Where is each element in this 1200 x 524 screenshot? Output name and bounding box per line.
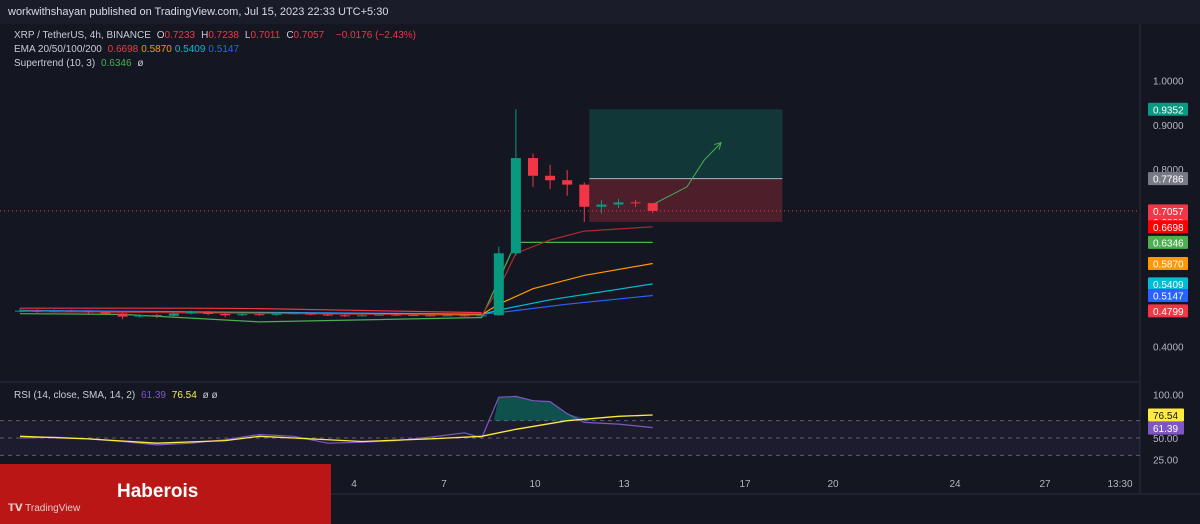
symbol-name: XRP / TetherUS, 4h, BINANCE <box>14 30 151 41</box>
candle-body <box>288 313 299 315</box>
candle-body <box>220 313 231 316</box>
rsi-sma-value: 76.54 <box>171 390 197 401</box>
candle-body <box>134 315 145 317</box>
candle-body <box>545 175 556 181</box>
candle-body <box>100 312 111 314</box>
ohlc-c: C0.7057 <box>286 30 325 41</box>
tradingview-icon: 𝗧𝗩 <box>8 503 26 514</box>
ema-value-2: 0.5409 <box>174 44 206 55</box>
candle-body <box>66 310 77 312</box>
ohlc-h-value: 0.7238 <box>208 30 239 41</box>
candle-body <box>630 202 641 204</box>
time-tick-label: 20 <box>827 479 839 490</box>
rsi-tick-label: 25.00 <box>1153 456 1178 467</box>
candle-body <box>476 315 487 317</box>
ohlc-c-value: 0.7057 <box>293 30 325 41</box>
banner-text: Haberois <box>117 481 199 502</box>
supertrend-value: 0.6346 <box>100 58 132 69</box>
time-tick-label: 7 <box>441 479 447 490</box>
candle-body <box>186 311 196 314</box>
candle-body <box>442 315 453 317</box>
price-tick-label: 0.9000 <box>1153 121 1184 132</box>
candle-body <box>528 158 538 176</box>
candle-body <box>408 315 419 317</box>
price-badge-label: 0.5870 <box>1153 259 1184 270</box>
candle-body <box>459 315 470 317</box>
candle-body <box>271 313 282 315</box>
candle-body <box>596 204 607 207</box>
candle-body <box>579 184 590 207</box>
rsi-badge-label: 76.54 <box>1153 411 1178 422</box>
price-chart: 1.00000.90000.80000.40000.93520.77860.70… <box>0 24 1200 524</box>
time-tick-label: 13:30 <box>1107 479 1132 490</box>
rsi-tick-label: 50.00 <box>1153 434 1178 445</box>
candle-body <box>237 314 248 316</box>
time-tick-label: 27 <box>1039 479 1051 490</box>
ema-values: 0.6698 0.5870 0.5409 0.5147 <box>108 44 242 55</box>
rsi-extra: ø ø <box>202 390 218 401</box>
candle-body <box>493 253 504 316</box>
ema-value-0: 0.6698 <box>107 44 139 55</box>
candle-body <box>562 180 573 185</box>
candle-body <box>305 313 316 315</box>
candle-body <box>49 310 60 312</box>
symbol-legend: XRP / TetherUS, 4h, BINANCE O0.7233 H0.72… <box>14 30 419 41</box>
price-tick-label: 1.0000 <box>1153 77 1184 88</box>
price-badge-label: 0.6346 <box>1153 238 1184 249</box>
ohlc-values: O0.7233 H0.7238 L0.7011 C0.7057 <box>157 30 330 41</box>
candle-body <box>374 314 385 316</box>
ohlc-l: L0.7011 <box>244 30 281 41</box>
profit-zone <box>589 109 783 179</box>
candle-body <box>203 311 214 314</box>
price-badge-label: 0.5147 <box>1153 291 1184 302</box>
ohlc-o-value: 0.7233 <box>164 30 196 41</box>
ohlc-h: H0.7238 <box>201 30 239 41</box>
candle-body <box>168 313 179 316</box>
ohlc-l-value: 0.7011 <box>250 30 281 41</box>
supertrend-label: Supertrend (10, 3) <box>14 58 96 69</box>
rsi-value: 61.39 <box>140 390 166 401</box>
time-tick-label: 4 <box>351 479 357 490</box>
candle-body <box>32 310 43 312</box>
price-badge-label: 0.9352 <box>1153 105 1184 116</box>
ema-value-3: 0.5147 <box>208 44 240 55</box>
ema-label: EMA 20/50/100/200 <box>14 44 102 55</box>
tradingview-logo[interactable]: 𝗧𝗩 TradingView <box>8 503 80 514</box>
supertrend-legend: Supertrend (10, 3) 0.6346 ø <box>14 58 146 69</box>
candle-body <box>322 314 333 316</box>
ohlc-o: O0.7233 <box>156 30 196 41</box>
publisher-text: workwithshayan published on TradingView.… <box>8 6 389 18</box>
price-badge-label: 0.4799 <box>1153 307 1184 318</box>
time-tick-label: 17 <box>739 479 751 490</box>
price-tick-label: 0.4000 <box>1153 342 1184 353</box>
candle-body <box>647 203 658 211</box>
time-tick-label: 10 <box>529 479 541 490</box>
haberois-banner: Haberois <box>0 464 331 524</box>
supertrend-extra: ø <box>137 58 144 69</box>
price-badge-label: 0.7786 <box>1153 175 1184 186</box>
price-badge-label: 0.6698 <box>1153 223 1184 234</box>
candle-body <box>15 310 25 312</box>
candle-body <box>117 313 128 317</box>
candle-body <box>357 315 367 317</box>
candle-body <box>254 314 265 316</box>
rsi-legend: RSI (14, close, SMA, 14, 2) 61.39 76.54 … <box>14 390 221 401</box>
tradingview-logo-text: TradingView <box>25 503 81 514</box>
rsi-label: RSI (14, close, SMA, 14, 2) <box>14 390 136 401</box>
price-change: −0.0176 (−2.43%) <box>335 30 416 41</box>
time-tick-label: 13 <box>618 479 630 490</box>
ema-legend: EMA 20/50/100/200 0.6698 0.5870 0.5409 0.51… <box>14 44 245 55</box>
candle-body <box>391 314 402 316</box>
candle-body <box>151 315 162 317</box>
candle-body <box>510 158 521 254</box>
candle-body <box>613 202 624 205</box>
time-tick-label: 24 <box>949 479 961 490</box>
candle-body <box>425 315 436 317</box>
ema-value-1: 0.5870 <box>141 44 172 55</box>
candle-body <box>83 311 94 313</box>
candle-body <box>339 315 350 317</box>
rsi-badge-label: 61.39 <box>1153 424 1178 435</box>
rsi-tick-label: 100.00 <box>1153 391 1184 402</box>
